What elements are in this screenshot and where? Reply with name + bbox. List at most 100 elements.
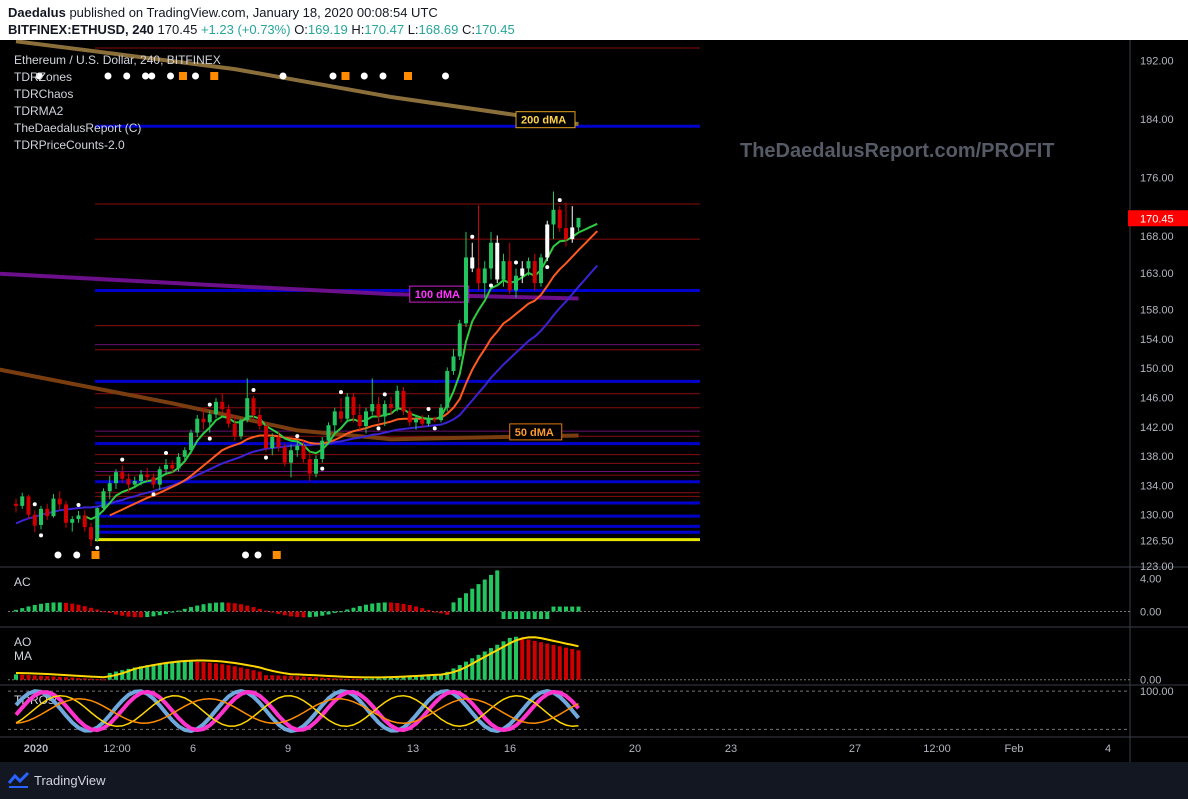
- ao-bar: [314, 677, 318, 680]
- footer-bar: [0, 762, 1188, 799]
- last-price-value: 170.45: [1140, 213, 1174, 225]
- candle-body: [557, 209, 562, 229]
- candle-body: [214, 401, 218, 415]
- x-tick-label: 9: [285, 743, 291, 755]
- pivot-dot: [320, 466, 325, 471]
- marker-dot: [192, 72, 199, 80]
- ac-bar: [526, 611, 531, 620]
- pivot-dot: [557, 198, 562, 203]
- ao-bar: [157, 663, 162, 680]
- x-tick-label: 6: [190, 743, 196, 755]
- marker-square: [210, 72, 219, 80]
- ma-label: 50 dMA: [515, 427, 554, 439]
- candle-body: [320, 440, 325, 460]
- ac-bar: [295, 611, 300, 618]
- ao-bar: [195, 661, 200, 680]
- ac-bar: [189, 607, 193, 612]
- pivot-dot: [514, 260, 518, 265]
- ao-bar: [32, 675, 37, 680]
- pivot-dot: [120, 457, 125, 462]
- pivot-dot: [151, 492, 156, 497]
- ao-bar: [401, 677, 406, 680]
- indicator-legend-0[interactable]: TDRZones: [14, 70, 72, 84]
- high-value: 170.47: [364, 22, 405, 37]
- ac-bar: [207, 603, 212, 612]
- author-name[interactable]: Daedalus: [8, 5, 66, 20]
- ao-bar: [276, 675, 281, 680]
- tradingview-brand[interactable]: TradingView: [34, 773, 106, 788]
- candle-body: [539, 257, 543, 284]
- y-tick-label: 142.00: [1140, 422, 1174, 434]
- marker-dot: [167, 72, 174, 80]
- candle-body: [114, 472, 118, 484]
- candle-body: [289, 450, 293, 463]
- ao-bar: [57, 676, 62, 680]
- indicator-legend-2[interactable]: TDRMA2: [14, 104, 64, 118]
- ao-bar: [101, 679, 106, 681]
- pivot-dot: [76, 503, 81, 508]
- candle-body: [232, 423, 237, 437]
- indicator-legend-3[interactable]: TheDaedalusReport (C): [14, 121, 141, 135]
- pivot-dot: [164, 451, 168, 456]
- candle-body: [307, 459, 312, 474]
- ac-bar: [389, 602, 393, 612]
- marker-square: [272, 551, 281, 559]
- candle-body: [164, 464, 168, 470]
- high-label: H:: [351, 22, 365, 37]
- pane-label-ao[interactable]: MA: [14, 649, 32, 663]
- x-tick-label: Feb: [1005, 743, 1024, 755]
- close-label: C:: [461, 22, 475, 37]
- ac-bar: [307, 611, 312, 618]
- x-tick-label: 12:00: [923, 743, 951, 755]
- ac-bar: [201, 604, 206, 612]
- indicator-legend-1[interactable]: TDRChaos: [14, 87, 73, 101]
- candle-body: [76, 515, 81, 520]
- price-chart[interactable]: 200 dMA 100 dMA 50 dMA Ethereum / U.S. Doll…: [0, 40, 1188, 762]
- ao-bar: [45, 676, 50, 680]
- ao-bar: [326, 678, 331, 680]
- ac-bar: [357, 606, 362, 612]
- ao-bar: [545, 643, 550, 680]
- indicator-legend-4[interactable]: TDRPriceCounts-2.0: [14, 138, 125, 152]
- candle-body: [189, 432, 193, 451]
- ao-bar: [376, 678, 381, 680]
- ao-bar: [570, 648, 575, 680]
- candle-body: [14, 503, 18, 506]
- pivot-dot: [207, 402, 212, 407]
- ac-bar: [289, 611, 293, 617]
- y-tick-label: 158.00: [1140, 304, 1174, 316]
- ao-bar: [226, 665, 231, 680]
- ao-bar: [307, 676, 312, 680]
- candle-body: [207, 414, 212, 423]
- candle-body: [426, 418, 431, 424]
- candle-body: [151, 477, 156, 485]
- candle-body: [389, 404, 393, 408]
- pane-label-ao[interactable]: AO: [14, 635, 31, 649]
- ac-bar: [39, 603, 43, 612]
- ao-bar: [51, 676, 56, 680]
- ao-bar: [514, 636, 518, 680]
- ac-bar: [564, 606, 568, 612]
- ac-bar: [345, 609, 350, 612]
- ao-bar: [332, 678, 337, 680]
- ao-bar: [432, 675, 437, 680]
- candle-body: [32, 514, 37, 526]
- ao-bar: [470, 658, 475, 680]
- ac-bar: [232, 603, 237, 612]
- candle-body: [220, 401, 225, 410]
- ac-bar: [114, 611, 118, 615]
- ao-bar: [76, 677, 81, 680]
- ao-bar: [370, 678, 375, 680]
- tradingview-logo-icon[interactable]: [8, 771, 30, 789]
- ac-bar: [514, 611, 518, 620]
- ac-bar: [176, 610, 181, 612]
- ac-bar: [432, 611, 437, 613]
- ac-bar: [532, 611, 537, 620]
- ao-bar: [264, 675, 268, 680]
- pane-label-ac[interactable]: AC: [14, 575, 31, 589]
- ac-bar: [101, 611, 106, 613]
- last-price: 170.45: [157, 22, 198, 37]
- ac-bar: [557, 606, 562, 612]
- ao-bar: [532, 640, 537, 680]
- candle-body: [514, 275, 518, 291]
